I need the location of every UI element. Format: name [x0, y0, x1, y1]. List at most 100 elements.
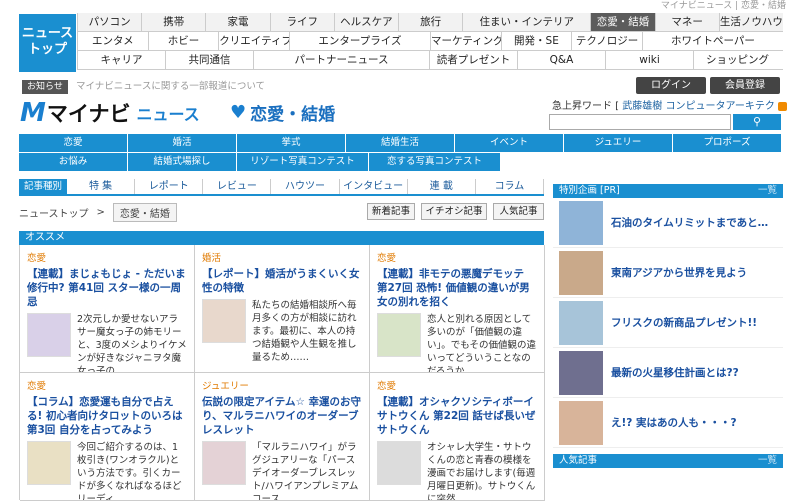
- special-item[interactable]: 東南アジアから世界を見よう: [553, 248, 783, 298]
- category-item[interactable]: パソコン: [77, 13, 142, 31]
- category-item[interactable]: ホワイトペーパー: [641, 32, 783, 50]
- special-thumbnail[interactable]: [559, 400, 603, 445]
- category-item[interactable]: マーケティング: [430, 32, 501, 50]
- article-type-item[interactable]: 特 集: [67, 179, 136, 194]
- search-button[interactable]: ⚲: [733, 114, 781, 130]
- search-input[interactable]: [549, 114, 731, 130]
- category-item[interactable]: 家電: [205, 13, 270, 31]
- section-nav-item[interactable]: イベント: [455, 134, 563, 152]
- article-title[interactable]: 【連載】まじょもじょ - ただいま修行中? 第41回 スター様の一周忌: [27, 267, 187, 309]
- section-nav-item[interactable]: 恋愛: [19, 134, 127, 152]
- category-item[interactable]: エンタープライズ: [288, 32, 430, 50]
- category-item[interactable]: ショッピング: [693, 51, 781, 69]
- site-logo[interactable]: M マイナビ ニュース: [20, 98, 200, 128]
- section-title[interactable]: ♥ 恋愛・結婚: [230, 100, 335, 125]
- article-type-item[interactable]: インタビュー: [340, 179, 408, 194]
- section-nav-item[interactable]: リゾート写真コンテスト: [237, 153, 368, 171]
- category-item[interactable]: 開発・SE: [500, 32, 572, 50]
- category-item[interactable]: パートナーニュース: [253, 51, 429, 69]
- article-category[interactable]: 恋愛: [27, 252, 187, 265]
- article-thumbnail[interactable]: [27, 313, 71, 357]
- special-item[interactable]: え!? 実はあの人も・・・?: [553, 398, 783, 448]
- special-thumbnail[interactable]: [559, 300, 603, 345]
- article-card[interactable]: 恋愛 【連載】まじょもじょ - ただいま修行中? 第41回 スター様の一周忌 2次元…: [20, 245, 195, 373]
- rss-icon[interactable]: [778, 101, 788, 111]
- category-item[interactable]: キャリア: [77, 51, 165, 69]
- tag-new-button[interactable]: 新着記事: [367, 203, 415, 220]
- category-item[interactable]: Q&A: [517, 51, 605, 69]
- category-item[interactable]: クリエイティブ: [218, 32, 289, 50]
- notice-link[interactable]: マイナビニュースに関する一部報道について: [76, 80, 265, 94]
- article-category[interactable]: 恋愛: [377, 380, 537, 393]
- article-thumbnail[interactable]: [202, 441, 246, 485]
- tag-popular-button[interactable]: 人気記事: [493, 203, 544, 220]
- article-title[interactable]: 伝説の限定アイテム☆ 幸運のお守り、マルラニハワイのオーダーブレスレット: [202, 395, 362, 437]
- tag-pick-button[interactable]: イチオシ記事: [421, 203, 487, 220]
- section-nav-item[interactable]: 結婚式場探し: [128, 153, 236, 171]
- section-nav-item[interactable]: 挙式: [237, 134, 345, 152]
- category-item[interactable]: ホビー: [147, 32, 219, 50]
- trend-link-2[interactable]: コンピュータアーキテク: [665, 101, 774, 112]
- article-type-item[interactable]: コラム: [476, 179, 544, 194]
- login-button[interactable]: ログイン: [636, 77, 706, 94]
- article-title[interactable]: 【連載】オシャクソシティボーイ サトウくん 第22回 話せば長いぜサトウくん: [377, 395, 537, 437]
- special-item[interactable]: 石油のタイムリミットまであと…: [553, 198, 783, 248]
- article-type-item[interactable]: ハウツー: [271, 179, 340, 194]
- news-top-button[interactable]: ニュース トップ: [19, 14, 76, 72]
- special-thumbnail[interactable]: [559, 250, 603, 295]
- special-title[interactable]: 最新の火星移住計画とは??: [611, 365, 739, 380]
- category-item[interactable]: 恋愛・結婚: [590, 13, 655, 31]
- section-nav-item[interactable]: お悩み: [19, 153, 127, 171]
- special-item[interactable]: フリスクの新商品プレゼント!!: [553, 298, 783, 348]
- article-card[interactable]: 婚活 【レポート】婚活がうまくいく女性の特徴 私たちの結婚相談所へ毎月多くの方が相談…: [195, 245, 370, 373]
- section-nav-item[interactable]: 婚活: [128, 134, 236, 152]
- special-title[interactable]: え!? 実はあの人も・・・?: [611, 415, 737, 430]
- section-nav-item[interactable]: プロポーズ: [673, 134, 781, 152]
- popular-more-link[interactable]: 一覧: [758, 454, 777, 468]
- article-thumbnail[interactable]: [377, 313, 421, 357]
- article-title[interactable]: 【コラム】恋愛運も自分で占える! 初心者向けタロットのいろは 第3回 自分を占っ…: [27, 395, 187, 437]
- special-title[interactable]: 東南アジアから世界を見よう: [611, 265, 747, 280]
- category-item[interactable]: 生活ノウハウ: [718, 13, 783, 31]
- article-title[interactable]: 【レポート】婚活がうまくいく女性の特徴: [202, 267, 362, 295]
- article-type-item[interactable]: レビュー: [203, 179, 272, 194]
- article-type-item[interactable]: 連 載: [408, 179, 476, 194]
- special-thumbnail[interactable]: [559, 200, 603, 245]
- register-button[interactable]: 会員登録: [710, 77, 780, 94]
- special-more-link[interactable]: 一覧: [758, 184, 777, 198]
- article-category[interactable]: 婚活: [202, 252, 362, 265]
- category-item[interactable]: 共同通信: [165, 51, 253, 69]
- article-card[interactable]: 恋愛【連載】非モテの悪魔デモッテ 第27回 恐怖! 価値観の違いが男女の別れを招…: [370, 245, 545, 373]
- article-thumbnail[interactable]: [202, 299, 246, 343]
- article-card[interactable]: 恋愛【連載】オシャクソシティボーイ サトウくん 第22回 話せば長いぜサトウくん…: [370, 373, 545, 501]
- category-item[interactable]: ライフ: [269, 13, 334, 31]
- special-title[interactable]: フリスクの新商品プレゼント!!: [611, 315, 757, 330]
- category-item[interactable]: 旅行: [398, 13, 463, 31]
- article-category[interactable]: 恋愛: [27, 380, 187, 393]
- article-thumbnail[interactable]: [27, 441, 71, 485]
- article-card[interactable]: 恋愛【コラム】恋愛運も自分で占える! 初心者向けタロットのいろは 第3回 自分を…: [20, 373, 195, 501]
- category-item[interactable]: テクノロジー: [571, 32, 642, 50]
- article-type-item[interactable]: レポート: [135, 179, 204, 194]
- section-nav-item[interactable]: 結婚生活: [346, 134, 454, 152]
- article-category[interactable]: 恋愛: [377, 252, 537, 265]
- article-thumbnail[interactable]: [377, 441, 421, 485]
- section-nav-item[interactable]: ジュエリー: [564, 134, 672, 152]
- category-item[interactable]: ヘルスケア: [333, 13, 399, 31]
- section-nav-item[interactable]: 恋する写真コンテスト: [369, 153, 500, 171]
- article-title[interactable]: 【連載】非モテの悪魔デモッテ 第27回 恐怖! 価値観の違いが男女の別れを招く: [377, 267, 537, 309]
- special-item[interactable]: 最新の火星移住計画とは??: [553, 348, 783, 398]
- trend-link-1[interactable]: 武藤雄樹: [622, 101, 662, 112]
- article-card[interactable]: ジュエリー伝説の限定アイテム☆ 幸運のお守り、マルラニハワイのオーダーブレスレッ…: [195, 373, 370, 501]
- category-item[interactable]: 読者プレゼント: [429, 51, 517, 69]
- top-breadcrumb[interactable]: マイナビニュース | 恋愛・結婚: [661, 0, 786, 12]
- category-item[interactable]: 携帯: [141, 13, 206, 31]
- category-item[interactable]: 住まい・インテリア: [462, 13, 591, 31]
- breadcrumb-top[interactable]: ニューストップ: [19, 205, 89, 220]
- category-item[interactable]: wiki: [605, 51, 693, 69]
- category-item[interactable]: エンタメ: [77, 32, 148, 50]
- category-item[interactable]: マネー: [654, 13, 719, 31]
- special-title[interactable]: 石油のタイムリミットまであと…: [611, 215, 768, 230]
- article-category[interactable]: ジュエリー: [202, 380, 362, 393]
- special-thumbnail[interactable]: [559, 350, 603, 395]
